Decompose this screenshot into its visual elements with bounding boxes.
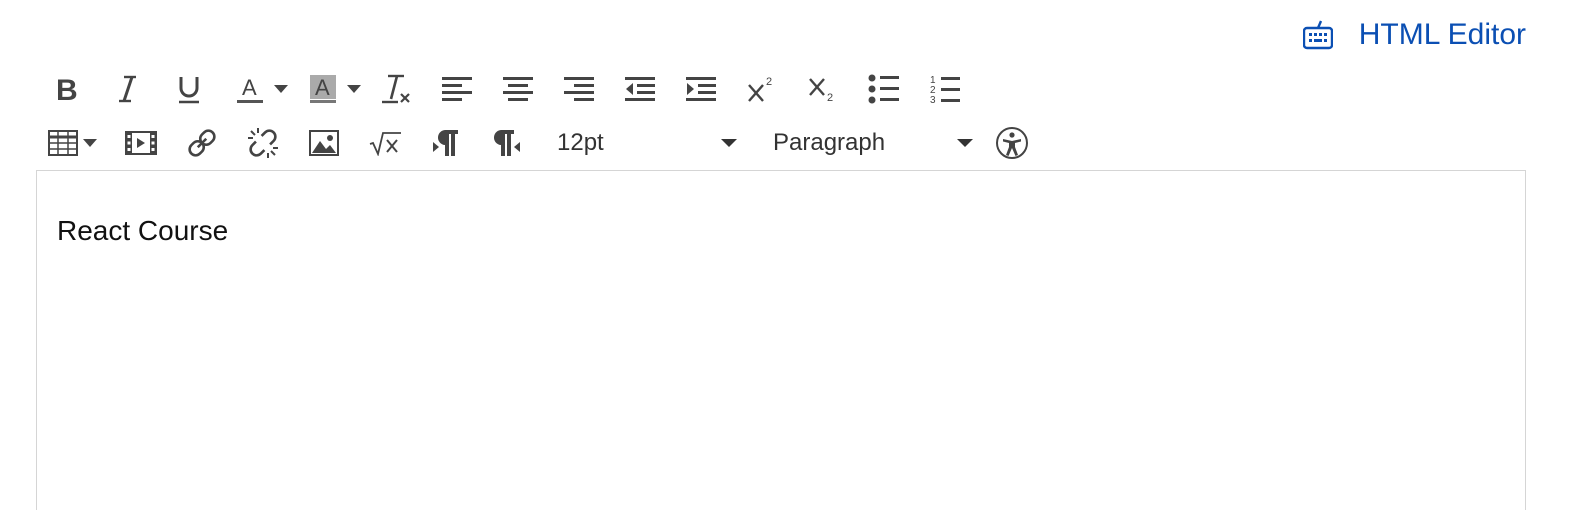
- clear-formatting-icon: [382, 74, 410, 104]
- accessibility-checker-button[interactable]: [991, 122, 1033, 164]
- numbered-list-button[interactable]: 1 2 3: [924, 68, 966, 110]
- image-button[interactable]: [303, 122, 345, 164]
- block-format-value: Paragraph: [773, 129, 886, 156]
- html-editor-label: HTML Editor: [1358, 18, 1526, 51]
- indent-button[interactable]: [680, 68, 722, 110]
- align-left-button[interactable]: [436, 68, 478, 110]
- svg-text:2: 2: [766, 76, 772, 88]
- italic-icon: [119, 75, 136, 103]
- align-center-icon: [503, 77, 533, 101]
- svg-text:A: A: [242, 75, 257, 100]
- toolbar-row-formatting: B A A 2 2 1 2 3: [46, 66, 985, 112]
- rtl-icon: [493, 129, 520, 156]
- chevron-down-icon: [721, 139, 737, 147]
- align-right-icon: [564, 77, 594, 101]
- align-center-button[interactable]: [497, 68, 539, 110]
- table-dropdown[interactable]: [80, 122, 100, 164]
- rtl-button[interactable]: [486, 122, 528, 164]
- html-editor-toggle[interactable]: HTML Editor: [1301, 16, 1526, 54]
- text-color-icon: A: [237, 75, 263, 103]
- text-color-dropdown[interactable]: [271, 68, 291, 110]
- equation-button[interactable]: [364, 122, 406, 164]
- text-color-split: A: [229, 68, 291, 110]
- ltr-button[interactable]: [425, 122, 467, 164]
- underline-icon: [179, 77, 199, 104]
- unlink-button[interactable]: [242, 122, 284, 164]
- clear-formatting-button[interactable]: [375, 68, 417, 110]
- italic-button[interactable]: [107, 68, 149, 110]
- font-size-select[interactable]: 12pt: [547, 122, 747, 164]
- align-right-button[interactable]: [558, 68, 600, 110]
- underline-button[interactable]: [168, 68, 210, 110]
- link-icon: [188, 129, 216, 157]
- media-icon: [125, 131, 157, 155]
- toolbar-row-insert: 12pt Paragraph: [46, 120, 1052, 166]
- bold-button[interactable]: B: [46, 68, 88, 110]
- top-bar: HTML Editor: [0, 0, 1586, 64]
- background-color-button[interactable]: A: [302, 68, 344, 110]
- link-button[interactable]: [181, 122, 223, 164]
- rich-text-editor[interactable]: React Course: [36, 170, 1526, 510]
- background-color-split: A: [302, 68, 364, 110]
- editor-content[interactable]: React Course: [57, 215, 228, 247]
- keyboard-icon: [1301, 18, 1335, 52]
- subscript-button[interactable]: 2: [802, 68, 844, 110]
- background-color-dropdown[interactable]: [344, 68, 364, 110]
- media-button[interactable]: [120, 122, 162, 164]
- font-size-value: 12pt: [557, 129, 604, 156]
- align-left-icon: [442, 77, 472, 101]
- svg-text:2: 2: [827, 92, 833, 103]
- equation-icon: [369, 132, 401, 156]
- superscript-icon: 2: [748, 76, 772, 102]
- svg-text:A: A: [315, 75, 330, 100]
- accessibility-icon: [996, 127, 1028, 159]
- outdent-icon: [625, 77, 655, 101]
- subscript-icon: 2: [809, 78, 833, 103]
- table-icon: [48, 130, 78, 156]
- text-color-button[interactable]: A: [229, 68, 271, 110]
- table-split: [46, 122, 100, 164]
- superscript-button[interactable]: 2: [741, 68, 783, 110]
- table-button[interactable]: [46, 122, 80, 164]
- bullet-list-icon: [868, 74, 899, 104]
- background-color-icon: A: [310, 75, 336, 103]
- svg-text:B: B: [56, 74, 78, 104]
- ltr-icon: [433, 129, 458, 156]
- indent-icon: [686, 77, 716, 101]
- image-icon: [309, 130, 339, 156]
- block-format-select[interactable]: Paragraph: [763, 122, 983, 164]
- bullet-list-button[interactable]: [863, 68, 905, 110]
- svg-text:3: 3: [930, 95, 936, 105]
- numbered-list-icon: 1 2 3: [930, 75, 960, 105]
- outdent-button[interactable]: [619, 68, 661, 110]
- chevron-down-icon: [957, 139, 973, 147]
- bold-icon: B: [56, 74, 78, 104]
- unlink-icon: [248, 128, 278, 158]
